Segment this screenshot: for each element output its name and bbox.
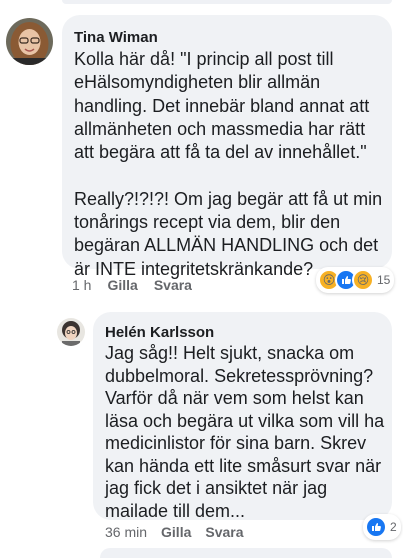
comment-author[interactable]: Tina Wiman xyxy=(74,29,158,46)
like-icon xyxy=(365,516,387,538)
like-button[interactable]: Gilla xyxy=(107,277,137,293)
reaction-count: 15 xyxy=(377,273,391,287)
comment-actions: 1 h Gilla Svara xyxy=(72,277,192,293)
comment-author[interactable]: Helén Karlsson xyxy=(105,324,214,341)
comment-actions: 36 min Gilla Svara xyxy=(105,524,244,540)
comment-text: Kolla här då! "I princip all post till e… xyxy=(74,49,383,279)
reaction-summary[interactable]: 2 xyxy=(363,514,401,540)
comment-timestamp[interactable]: 1 h xyxy=(72,277,91,293)
avatar[interactable] xyxy=(6,18,53,65)
comment-bubble: Tina Wiman Kolla här då! "I princip all … xyxy=(62,15,392,279)
comment-text: Jag såg!! Helt sjukt, snacka om dubbelmo… xyxy=(105,343,385,521)
avatar[interactable] xyxy=(57,318,85,346)
reaction-summary[interactable]: 😮 😢 15 xyxy=(316,267,395,293)
reply-button[interactable]: Svara xyxy=(205,524,243,540)
reaction-count: 2 xyxy=(390,520,397,534)
previous-comment-edge xyxy=(62,0,392,4)
next-comment-edge xyxy=(100,548,392,558)
like-button[interactable]: Gilla xyxy=(161,524,191,540)
sad-icon: 😢 xyxy=(352,269,374,291)
comment-timestamp[interactable]: 36 min xyxy=(105,524,147,540)
reply-button[interactable]: Svara xyxy=(154,277,192,293)
comment-bubble: Helén Karlsson Jag såg!! Helt sjukt, sna… xyxy=(93,312,392,521)
